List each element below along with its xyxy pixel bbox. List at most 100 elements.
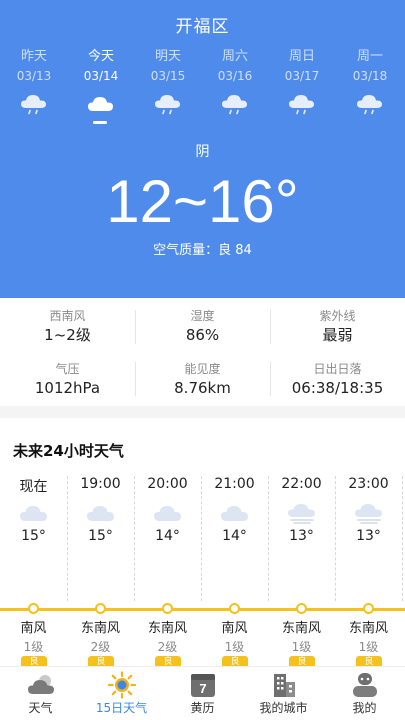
hour-time: 21:00 [214, 476, 255, 492]
cloud-icon [87, 506, 114, 521]
hour-wind-level: 2级 [90, 640, 111, 654]
day-date: 03/15 [150, 69, 186, 83]
hour-temperature: 13° [356, 528, 381, 544]
cloud-icon [20, 506, 47, 521]
weather-icon [28, 675, 54, 694]
day-tab-tomorrow[interactable]: 明天 03/15 [138, 48, 198, 116]
detail-value: 1~2级 [44, 326, 91, 344]
hourly-forecast-title: 未来24小时天气 [13, 442, 124, 460]
aqi-dot [162, 603, 173, 614]
hour-wind: 南风 [20, 621, 47, 636]
hour-wind: 东南风 [348, 621, 388, 636]
detail-label: 气压 [55, 362, 80, 376]
hour-aqi-badge: 良 [21, 656, 47, 666]
hour-wind: 东南风 [281, 621, 321, 636]
aqi-dot [95, 603, 106, 614]
detail-value: 86% [185, 326, 220, 344]
hour-aqi-badge: 良 [155, 656, 181, 666]
divider [135, 310, 136, 344]
calendar-day-number: 7 [199, 681, 206, 696]
hour-item[interactable]: 20:00 14° 东南风 2级 良 [134, 470, 201, 666]
hour-wind-level: 1级 [358, 640, 379, 654]
hour-item[interactable]: 19:00 15° 东南风 2级 良 [67, 470, 134, 666]
profile-icon [353, 673, 377, 697]
cloud-rain-icon [222, 95, 247, 115]
day-tab-monday[interactable]: 周一 03/18 [340, 48, 400, 116]
nav-weather[interactable]: 天气 [0, 667, 81, 720]
selected-day-indicator [93, 121, 107, 124]
weather-header: 开福区 昨天 03/13 今天 03/14 明天 03/15 周六 03/16 [0, 0, 405, 298]
day-tab-sunday[interactable]: 周日 03/17 [272, 48, 332, 116]
hour-temperature: 14° [222, 528, 247, 544]
detail-visibility: 能见度 8.76km [135, 362, 270, 398]
hour-item[interactable]: 23:00 13° 东南风 1级 良 [335, 470, 402, 666]
weather-condition: 阴 [195, 144, 210, 160]
detail-label: 西南风 [49, 309, 86, 323]
cloud-icon [154, 506, 181, 521]
cloud-rain-icon [289, 95, 314, 115]
nav-label: 天气 [28, 701, 53, 715]
section-gap [0, 406, 405, 418]
detail-value: 最弱 [322, 326, 353, 344]
hour-aqi-badge: 良 [356, 656, 382, 666]
sun-icon [107, 671, 137, 699]
hour-temperature: 13° [289, 528, 314, 544]
nav-label: 我的 [352, 701, 377, 715]
day-date: 03/18 [352, 69, 388, 83]
day-name: 周一 [356, 49, 383, 64]
nav-label: 15日天气 [95, 701, 148, 715]
hour-item[interactable]: 22:00 13° 东南风 1级 良 [268, 470, 335, 666]
weather-details: 西南风 1~2级 湿度 86% 紫外线 最弱 气压 1012hPa 能见度 8.… [0, 298, 405, 406]
air-quality[interactable]: 空气质量：良 84 [0, 239, 405, 258]
temperature-range: 12~16° [106, 168, 299, 235]
hour-time: 现在 [19, 479, 48, 495]
hour-item-now[interactable]: 现在 15° 南风 1级 良 [0, 470, 67, 666]
hour-divider [402, 476, 403, 601]
nav-15day-weather[interactable]: 15日天气 [81, 667, 162, 720]
day-tab-saturday[interactable]: 周六 03/16 [205, 48, 265, 116]
hour-temperature: 15° [21, 528, 46, 544]
detail-label: 紫外线 [319, 309, 356, 323]
hour-wind: 东南风 [147, 621, 187, 636]
detail-value: 06:38/18:35 [291, 379, 384, 397]
hour-time: 19:00 [80, 476, 121, 492]
day-date: 03/13 [16, 69, 52, 83]
day-name: 今天 [87, 49, 114, 64]
day-date: 03/17 [284, 69, 320, 83]
day-name: 明天 [154, 49, 181, 64]
hour-divider [67, 476, 68, 601]
hour-divider [268, 476, 269, 601]
day-tab-today[interactable]: 今天 03/14 [71, 48, 131, 116]
aqi-dot [363, 603, 374, 614]
hour-divider [335, 476, 336, 601]
detail-label: 湿度 [190, 309, 215, 323]
hourly-forecast-list[interactable]: 现在 15° 南风 1级 良 19:00 15° 东南风 2级 良 20:00 … [0, 470, 405, 666]
hour-item[interactable]: 21:00 14° 南风 1级 良 [201, 470, 268, 666]
detail-value: 8.76km [174, 379, 231, 397]
aqi-dot [229, 603, 240, 614]
cloud-icon [88, 97, 113, 111]
detail-pressure: 气压 1012hPa [0, 362, 135, 398]
hour-temperature: 14° [155, 528, 180, 544]
cloud-fog-icon [355, 504, 382, 524]
bottom-nav: 天气 15日天气 7 黄历 我的城市 我的 [0, 666, 405, 720]
city-name[interactable]: 开福区 [0, 12, 405, 37]
day-name: 周六 [221, 49, 248, 64]
hour-wind: 南风 [221, 621, 248, 636]
day-tab-yesterday[interactable]: 昨天 03/13 [4, 48, 64, 116]
hour-divider [134, 476, 135, 601]
cloud-rain-icon [155, 95, 180, 115]
hour-temperature: 15° [88, 528, 113, 544]
hour-wind-level: 2级 [157, 640, 178, 654]
detail-label: 能见度 [184, 362, 221, 376]
nav-profile[interactable]: 我的 [324, 667, 405, 720]
divider [270, 362, 271, 396]
nav-label: 我的城市 [259, 701, 308, 715]
detail-label: 日出日落 [313, 362, 362, 376]
nav-almanac[interactable]: 7 黄历 [162, 667, 243, 720]
divider [135, 362, 136, 396]
nav-my-cities[interactable]: 我的城市 [243, 667, 324, 720]
hour-aqi-badge: 良 [88, 656, 114, 666]
hour-time: 22:00 [281, 476, 322, 492]
calendar-icon: 7 [191, 674, 215, 697]
